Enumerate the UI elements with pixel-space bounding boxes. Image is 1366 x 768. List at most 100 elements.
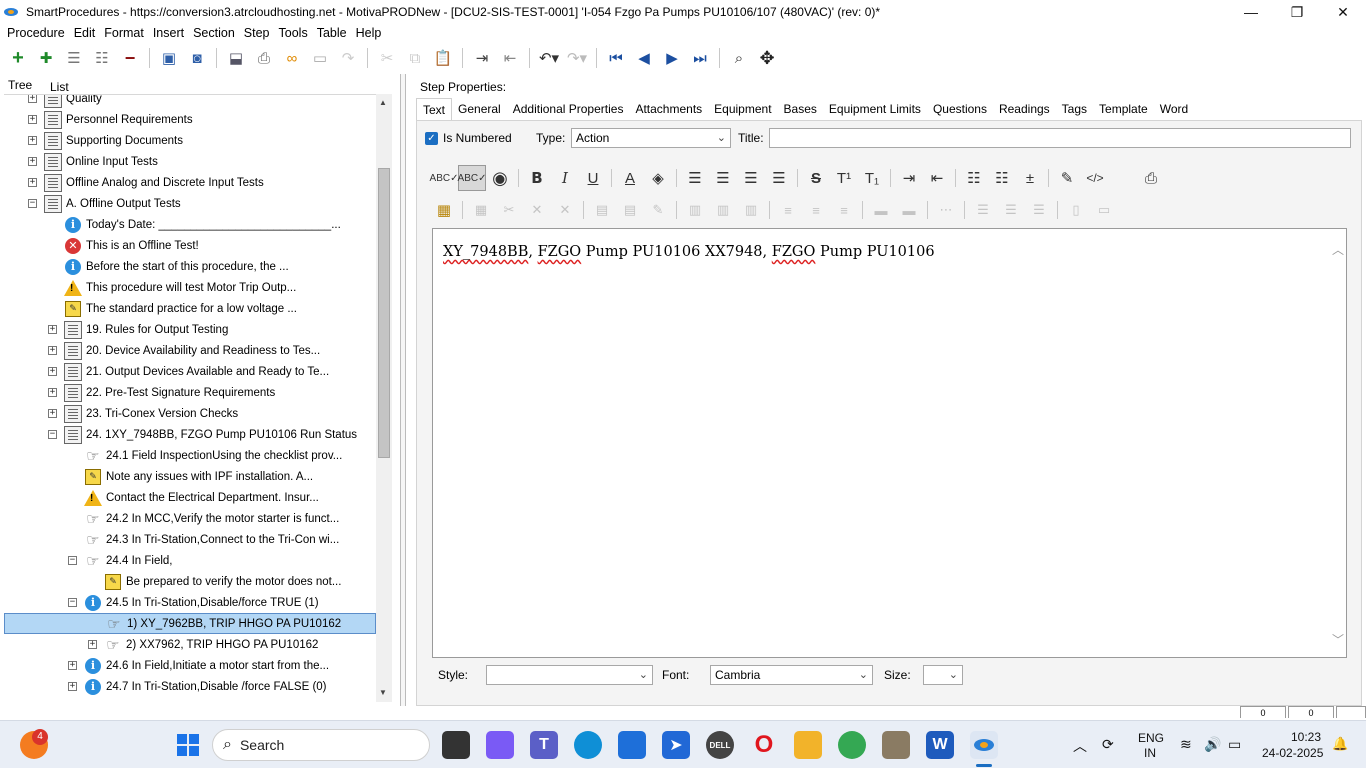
save-all-icon[interactable]: ▣ bbox=[155, 45, 183, 71]
align-right-icon[interactable]: ☰ bbox=[737, 165, 765, 191]
align-center-icon[interactable]: ☰ bbox=[709, 165, 737, 191]
next-step-icon[interactable]: ▶ bbox=[658, 45, 686, 71]
scroll-up-icon[interactable]: ▲ bbox=[379, 98, 387, 107]
tree-node[interactable]: − 24. 1XY_7948BB, FZGO Pump PU10106 Run S… bbox=[4, 424, 376, 445]
subscript-icon[interactable]: T₁ bbox=[858, 165, 886, 191]
tree-node[interactable]: i Before the start of this procedure, the… bbox=[4, 256, 376, 277]
numbered-list-icon[interactable]: ☷ bbox=[988, 165, 1016, 191]
find-replace-icon[interactable]: ⌕ bbox=[725, 45, 753, 71]
notifications-icon[interactable]: 🔔 bbox=[1332, 736, 1348, 752]
spell-options-icon[interactable]: ◉ bbox=[486, 165, 514, 191]
clear-format-icon[interactable]: ✎ bbox=[1053, 165, 1081, 191]
tree-node[interactable]: − A. Offline Output Tests bbox=[4, 193, 376, 214]
editor-scrollbar[interactable]: ︿ ﹀ bbox=[1332, 239, 1344, 649]
scroll-thumb[interactable] bbox=[378, 168, 390, 458]
tree-node[interactable]: − i 24.5 In Tri-Station,Disable/force TRUE… bbox=[4, 592, 376, 613]
form-icon[interactable]: ▭ bbox=[306, 45, 334, 71]
restore-button[interactable]: ❐ bbox=[1274, 0, 1320, 24]
align-justify-icon[interactable]: ☰ bbox=[765, 165, 793, 191]
step-text-editor[interactable]: XY_7948BB, FZGO Pump PU10106 XX7948, FZG… bbox=[432, 228, 1347, 658]
title-input[interactable] bbox=[769, 128, 1351, 148]
expand-icon[interactable]: + bbox=[28, 95, 37, 103]
add-icon[interactable]: + bbox=[4, 45, 32, 71]
scroll-up-icon[interactable]: ︿ bbox=[1332, 241, 1344, 258]
outdent-icon[interactable]: ⇤ bbox=[496, 45, 524, 71]
chevron-up-icon[interactable]: ︿ bbox=[1073, 736, 1087, 756]
tree-node[interactable]: + i 24.7 In Tri-Station,Disable /force FAL… bbox=[4, 676, 376, 697]
language-code[interactable]: ENG bbox=[1138, 731, 1164, 745]
print-icon[interactable]: ⎙ bbox=[250, 45, 278, 71]
delete-icon[interactable]: − bbox=[116, 45, 144, 71]
tree-node[interactable]: +20. Device Availability and Readiness t… bbox=[4, 340, 376, 361]
collapse-icon[interactable]: − bbox=[48, 430, 57, 439]
minimize-button[interactable]: — bbox=[1228, 0, 1274, 24]
tab-readings[interactable]: Readings bbox=[993, 98, 1056, 120]
tree-scrollbar[interactable]: ▲ ▼ bbox=[376, 94, 392, 702]
expand-icon[interactable]: + bbox=[68, 682, 77, 691]
taskbar-search[interactable]: ⌕ Search bbox=[212, 729, 430, 761]
tree-node[interactable]: ✎ Be prepared to verify the motor does no… bbox=[4, 571, 376, 592]
tree-node[interactable]: − ☞ 24.4 In Field, bbox=[4, 550, 376, 571]
link-icon[interactable]: ∞ bbox=[278, 45, 306, 71]
tree-node[interactable]: + ☞ 2) XX7962, TRIP HHGO PA PU10162 bbox=[4, 634, 376, 655]
tree-node-selected[interactable]: ☞ 1) XY_7962BB, TRIP HHGO PA PU10162 bbox=[4, 613, 376, 634]
editor-text[interactable]: XY_7948BB, FZGO Pump PU10106 XX7948, FZG… bbox=[443, 244, 935, 260]
region-code[interactable]: IN bbox=[1144, 746, 1156, 760]
task-view-icon[interactable] bbox=[442, 731, 470, 759]
expand-icon[interactable]: + bbox=[28, 115, 37, 124]
indent-icon[interactable]: ⇥ bbox=[468, 45, 496, 71]
tree-node[interactable]: + Online Input Tests bbox=[4, 151, 376, 172]
menu-insert[interactable]: Insert bbox=[150, 26, 190, 40]
tab-equipment[interactable]: Equipment bbox=[708, 98, 777, 120]
tab-word[interactable]: Word bbox=[1154, 98, 1194, 120]
size-select[interactable]: ⌄ bbox=[923, 665, 963, 685]
tree-node[interactable]: ✎ Note any issues with IPF installation. … bbox=[4, 466, 376, 487]
menu-tools[interactable]: Tools bbox=[276, 26, 314, 40]
tree-node[interactable]: i Today's Date: _________________________… bbox=[4, 214, 376, 235]
battery-icon[interactable]: ▭ bbox=[1228, 736, 1241, 753]
move-icon[interactable]: ✥ bbox=[753, 45, 781, 71]
menu-table[interactable]: Table bbox=[314, 26, 353, 40]
scroll-down-icon[interactable]: ▼ bbox=[379, 688, 387, 697]
highlight-color-icon[interactable]: ◈ bbox=[644, 165, 672, 191]
insert-table-icon[interactable]: ▦ bbox=[430, 197, 458, 223]
last-step-icon[interactable]: ⏭ bbox=[686, 45, 714, 71]
menu-procedure[interactable]: Procedure bbox=[4, 26, 71, 40]
tree-node[interactable]: +21. Output Devices Available and Ready … bbox=[4, 361, 376, 382]
close-button[interactable]: ✕ bbox=[1320, 0, 1366, 24]
dell-icon[interactable]: DELL bbox=[706, 731, 734, 759]
start-icon[interactable] bbox=[174, 731, 202, 759]
tree-node[interactable]: + Quality bbox=[4, 95, 376, 109]
tab-template[interactable]: Template bbox=[1093, 98, 1154, 120]
bold-icon[interactable]: B bbox=[523, 165, 551, 191]
menu-edit[interactable]: Edit bbox=[71, 26, 102, 40]
html-source-icon[interactable]: </> bbox=[1081, 165, 1109, 191]
publish-icon[interactable]: ⬓ bbox=[222, 45, 250, 71]
spell-check-icon[interactable]: ABC✓ bbox=[430, 165, 459, 191]
menu-format[interactable]: Format bbox=[101, 26, 150, 40]
clock-time[interactable]: 10:23 bbox=[1291, 730, 1321, 744]
font-select[interactable]: Cambria ⌄ bbox=[710, 665, 873, 685]
teams-icon[interactable]: T bbox=[530, 731, 558, 759]
tree-node[interactable]: ☞ 24.2 In MCC,Verify the motor starter is… bbox=[4, 508, 376, 529]
expand-icon[interactable]: + bbox=[48, 346, 57, 355]
superscript-icon[interactable]: T¹ bbox=[830, 165, 858, 191]
scroll-down-icon[interactable]: ﹀ bbox=[1332, 631, 1344, 648]
expand-icon[interactable]: + bbox=[28, 157, 37, 166]
tab-bases[interactable]: Bases bbox=[778, 98, 823, 120]
expand-icon[interactable]: + bbox=[28, 178, 37, 187]
tree-node[interactable]: ✎ The standard practice for a low voltage… bbox=[4, 298, 376, 319]
tree-node[interactable]: ☞ 24.3 In Tri-Station,Connect to the Tri-… bbox=[4, 529, 376, 550]
store-icon[interactable] bbox=[618, 731, 646, 759]
opera-icon[interactable]: O bbox=[750, 731, 778, 759]
tab-tags[interactable]: Tags bbox=[1056, 98, 1093, 120]
type-select[interactable]: Action ⌄ bbox=[571, 128, 731, 148]
chrome-icon[interactable] bbox=[838, 731, 866, 759]
tree-node[interactable]: ☞ 24.1 Field InspectionUsing the checklis… bbox=[4, 445, 376, 466]
menu-section[interactable]: Section bbox=[190, 26, 241, 40]
tree-node[interactable]: ! This procedure will test Motor Trip Out… bbox=[4, 277, 376, 298]
copilot-icon[interactable] bbox=[486, 731, 514, 759]
misspelled-word[interactable]: FZGO bbox=[772, 244, 816, 260]
previous-step-icon[interactable]: ◀ bbox=[630, 45, 658, 71]
expand-icon[interactable]: + bbox=[88, 640, 97, 649]
